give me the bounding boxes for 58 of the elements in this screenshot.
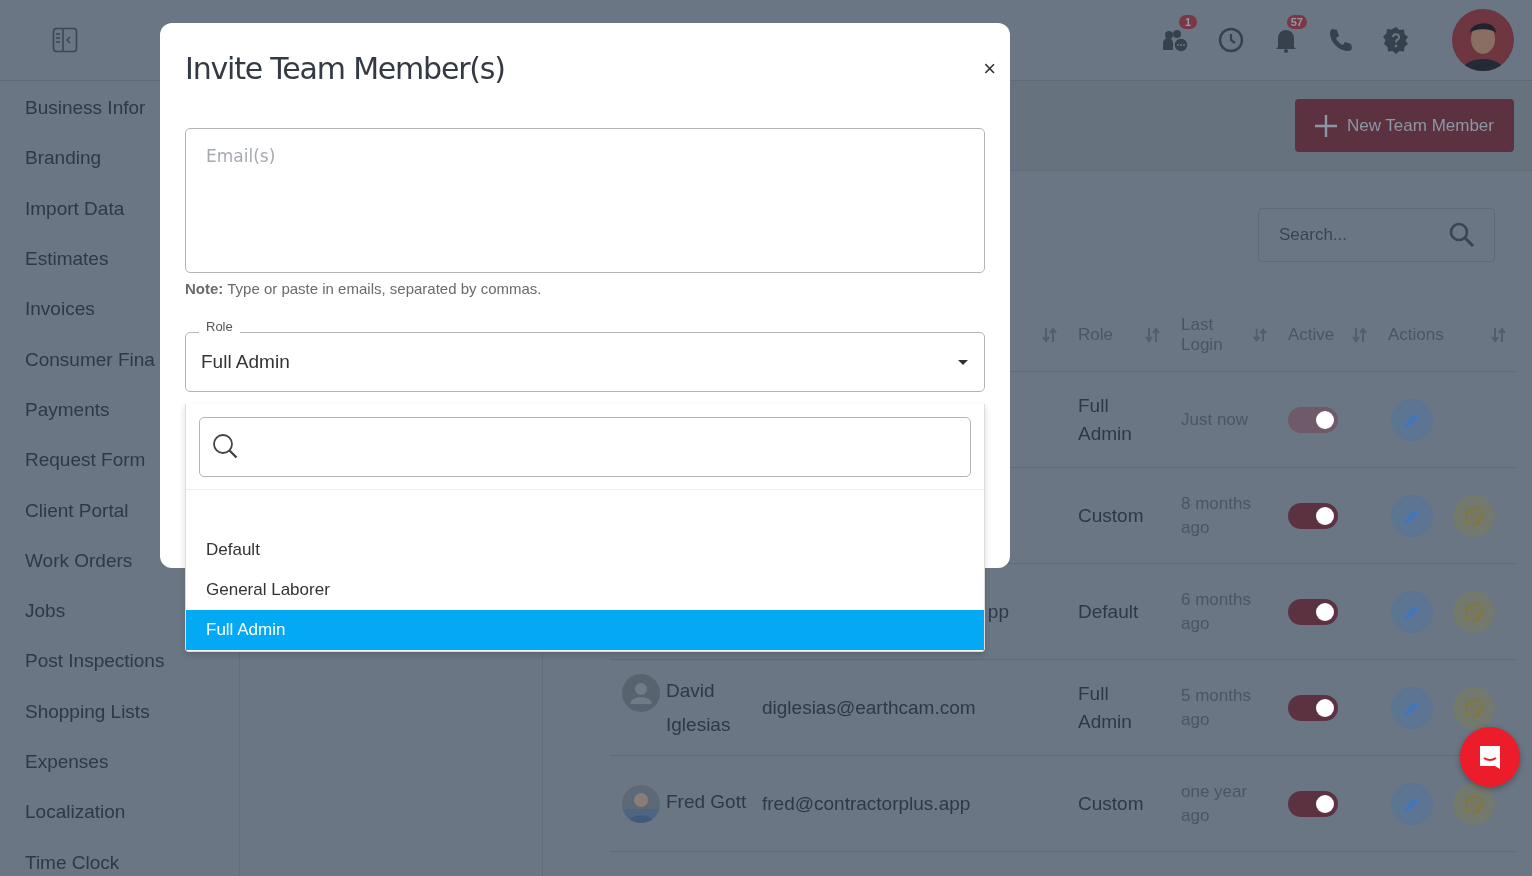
member-role: Default	[1078, 600, 1139, 622]
edit-button[interactable]	[1391, 782, 1433, 825]
sidebar-toggle-icon[interactable]	[52, 27, 78, 53]
phone-icon	[1327, 26, 1355, 54]
count-badge: 1	[1179, 15, 1197, 29]
block-button[interactable]	[1453, 494, 1495, 537]
role-option[interactable]: Full Admin	[186, 610, 984, 650]
sidebar-item[interactable]: Time Clock	[0, 837, 239, 876]
member-role: Custom	[1078, 504, 1144, 526]
member-role: Full Admin	[1078, 682, 1132, 732]
close-button[interactable]: ×	[983, 57, 996, 81]
block-icon	[1464, 793, 1484, 814]
member-role: Custom	[1078, 792, 1144, 814]
member-email: fred@contractorplus.app	[762, 792, 971, 814]
edit-button[interactable]	[1391, 590, 1433, 633]
edit-button[interactable]	[1391, 494, 1433, 537]
member-email: diglesias@earthcam.com	[762, 696, 976, 718]
dropdown-search-field[interactable]	[199, 417, 971, 477]
active-toggle[interactable]	[1288, 694, 1338, 721]
user-avatar-icon	[622, 673, 660, 712]
block-button[interactable]	[1453, 686, 1495, 729]
member-role: Full Admin	[1078, 394, 1132, 444]
edit-button[interactable]	[1391, 686, 1433, 729]
role-option[interactable]: Default	[186, 530, 984, 570]
dialog-title: Invite Team Member(s)	[185, 50, 505, 88]
sidebar-item[interactable]: Expenses	[0, 736, 239, 788]
block-icon	[1464, 505, 1484, 526]
clock-icon	[1217, 26, 1245, 54]
plus-icon	[1312, 112, 1339, 139]
emails-field[interactable]: Email(s)	[185, 128, 985, 273]
search-icon	[212, 433, 240, 461]
active-toggle[interactable]	[1288, 598, 1338, 625]
search-icon	[1449, 222, 1475, 248]
member-name: Fred Gott	[666, 789, 747, 814]
role-select[interactable]: Full Admin	[185, 332, 985, 392]
sidebar-item[interactable]: Shopping Lists	[0, 686, 239, 737]
role-label: Role	[199, 319, 240, 334]
role-value: Full Admin	[201, 351, 290, 373]
count-badge: 57	[1286, 15, 1307, 29]
block-button[interactable]	[1453, 590, 1495, 633]
chat-button[interactable]	[1460, 727, 1520, 787]
caret-icon	[957, 358, 969, 366]
member-name: David Iglesias	[666, 678, 732, 737]
sort-icon[interactable]	[1253, 327, 1268, 343]
role-option[interactable]: General Laborer	[186, 570, 984, 610]
sort-icon[interactable]	[1145, 327, 1161, 343]
sidebar-item[interactable]: Localization	[0, 787, 239, 838]
sort-icon[interactable]	[1491, 327, 1507, 343]
member-email: pp	[987, 600, 1009, 622]
sort-icon[interactable]	[1042, 327, 1058, 343]
block-icon	[1464, 601, 1484, 622]
sort-icon[interactable]	[1352, 327, 1368, 343]
help-icon	[1382, 26, 1410, 54]
new-team-member-button[interactable]: New Team Member	[1294, 99, 1514, 152]
note-text: Note: Type or paste in emails, separated by commas.	[185, 280, 542, 297]
active-toggle[interactable]	[1288, 502, 1338, 529]
active-toggle[interactable]	[1288, 790, 1338, 817]
block-icon	[1464, 697, 1484, 718]
